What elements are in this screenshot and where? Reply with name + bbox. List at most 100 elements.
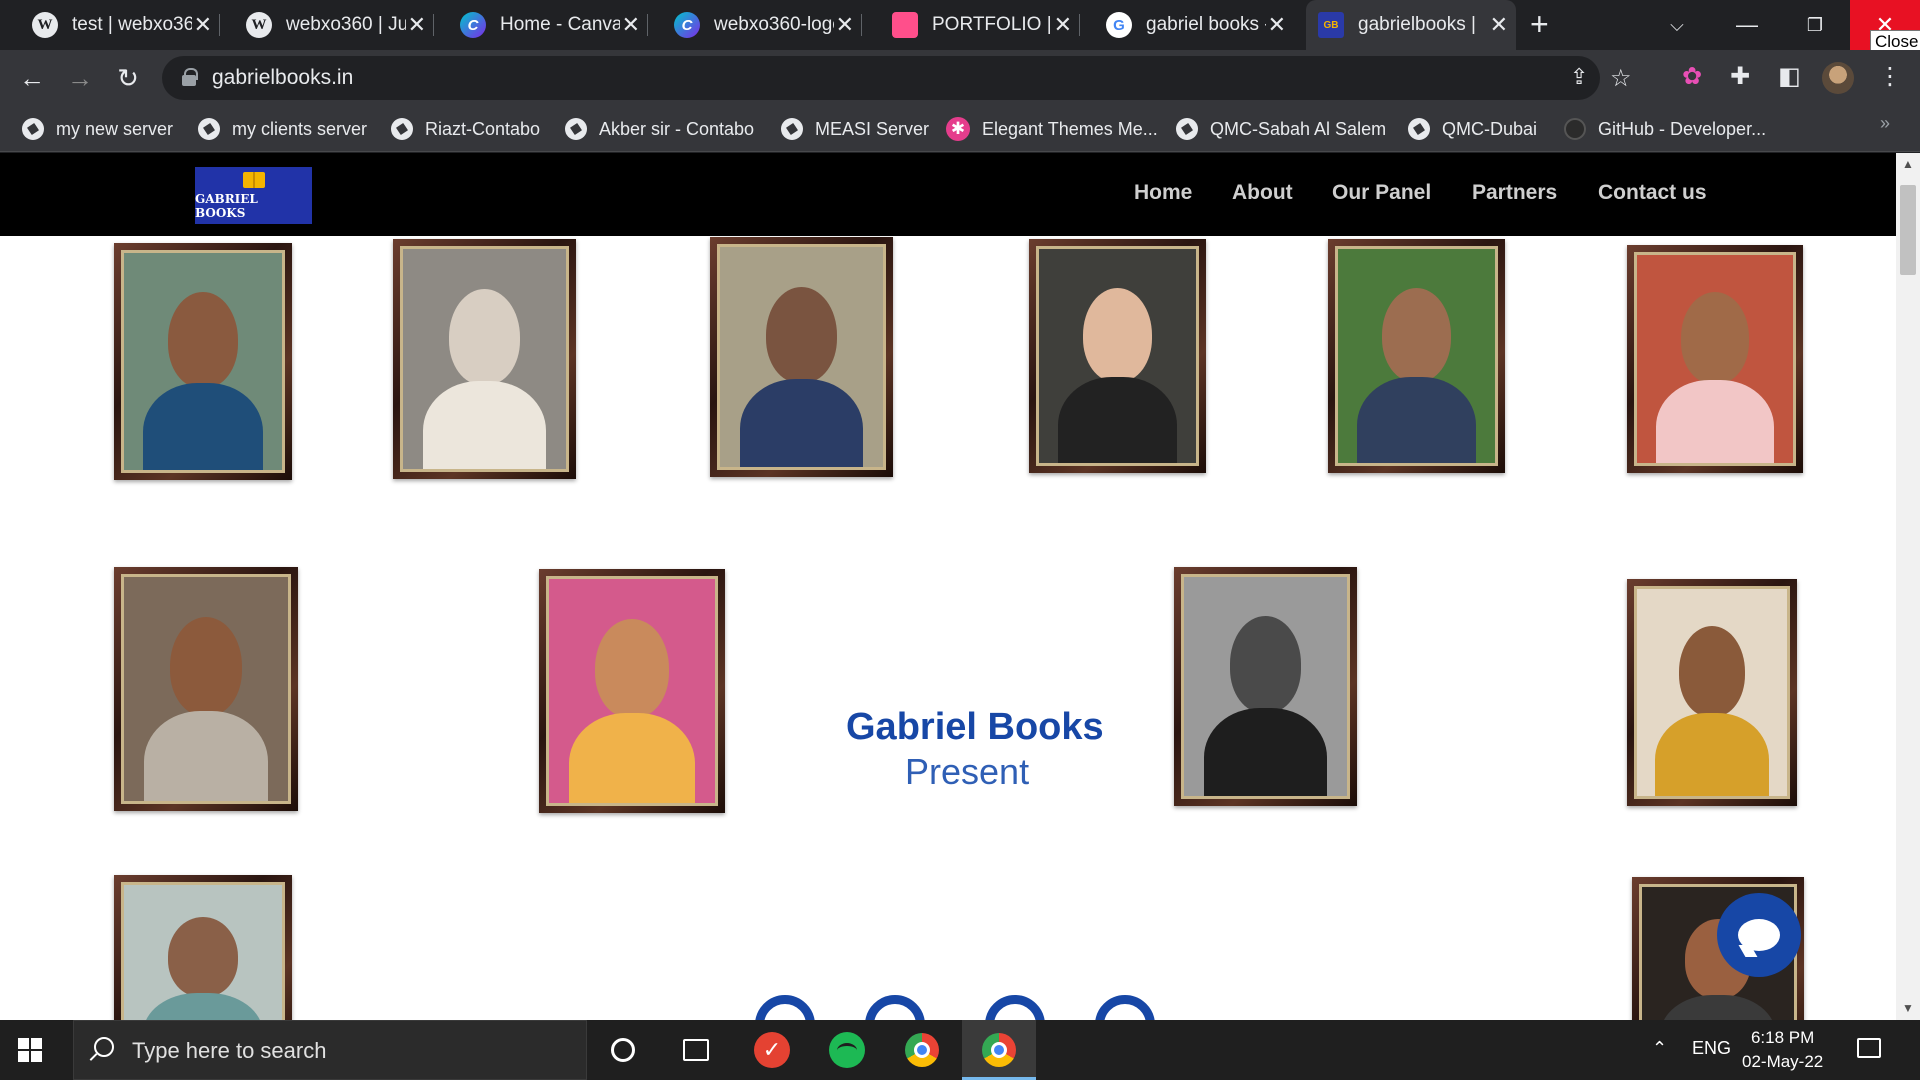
page-viewport: GABRIEL BOOKS Home About Our Panel Partn… [0, 153, 1896, 1020]
globe-icon [1176, 118, 1198, 140]
bookmark-my-new-server[interactable]: my new server [22, 114, 173, 144]
page-scrollbar[interactable]: ▲ ▼ [1896, 153, 1920, 1020]
chat-widget-button[interactable] [1717, 893, 1801, 977]
browser-tab-strip: W test | webxo360 ✕ W webxo360 | Jus ✕ C… [0, 0, 1920, 54]
system-clock[interactable]: 6:18 PM 02-May-22 [1742, 1026, 1823, 1074]
bookmark-elegant-themes[interactable]: ✱ Elegant Themes Me... [946, 114, 1158, 144]
forward-arrow-icon[interactable]: → [64, 62, 96, 94]
tab-title: gabrielbooks | [1358, 14, 1476, 35]
globe-icon [22, 118, 44, 140]
todo-app-button[interactable]: ✓ [752, 1030, 792, 1070]
bookmark-label: my clients server [232, 118, 368, 139]
tray-expand-chevron-icon[interactable]: ⌃ [1652, 1038, 1667, 1059]
taskbar-search-placeholder[interactable]: Type here to search [132, 1038, 326, 1064]
cortana-button[interactable] [603, 1030, 643, 1070]
clock-date: 02-May-22 [1742, 1052, 1824, 1071]
tab-gabriel-books-google[interactable]: G gabriel books - ✕ [1094, 0, 1294, 50]
bookmark-riazt-contabo[interactable]: Riazt-Contabo [391, 114, 540, 144]
bookmark-label: Akber sir - Contabo [599, 118, 755, 139]
profile-avatar[interactable] [1822, 62, 1854, 94]
panelist-portrait [539, 569, 725, 813]
tab-portfolio[interactable]: PORTFOLIO | W ✕ [880, 0, 1080, 50]
close-tab-icon[interactable]: ✕ [1490, 12, 1508, 38]
clock-time: 6:18 PM [1750, 1028, 1815, 1047]
panelist-portrait [1328, 239, 1505, 473]
close-tab-icon[interactable]: ✕ [622, 12, 640, 38]
globe-icon [781, 118, 803, 140]
bookmark-qmc-dubai[interactable]: QMC-Dubai [1408, 114, 1537, 144]
scroll-up-icon[interactable]: ▲ [1902, 157, 1914, 171]
bookmark-measi-server[interactable]: MEASI Server [781, 114, 929, 144]
chrome-profile-app-button-active[interactable] [962, 1020, 1036, 1080]
close-tab-icon[interactable]: ✕ [836, 12, 854, 38]
gabriel-books-favicon: GB [1318, 12, 1344, 38]
bookmark-label: MEASI Server [815, 118, 930, 139]
bookmark-label: Elegant Themes Me... [982, 118, 1158, 139]
task-view-button[interactable] [676, 1030, 716, 1070]
panelist-portrait [393, 239, 576, 479]
bookmark-my-clients-server[interactable]: my clients server [198, 114, 367, 144]
bookmark-akber-sir-contabo[interactable]: Akber sir - Contabo [565, 114, 754, 144]
nav-home[interactable]: Home [1134, 181, 1192, 205]
scrollbar-thumb[interactable] [1900, 185, 1916, 275]
chrome-app-button[interactable] [902, 1030, 942, 1070]
nav-contact-us[interactable]: Contact us [1598, 181, 1707, 205]
section-subtitle: Present [905, 751, 1030, 792]
bookmark-star-icon[interactable]: ☆ [1610, 64, 1632, 93]
reload-icon[interactable]: ↻ [112, 62, 144, 94]
extensions-puzzle-icon[interactable]: ✚ [1730, 62, 1750, 91]
scroll-down-icon[interactable]: ▼ [1902, 1001, 1914, 1015]
nav-about[interactable]: About [1232, 181, 1293, 205]
tab-webxo360-logo[interactable]: C webxo360-logo ✕ [662, 0, 862, 50]
search-icon [94, 1037, 114, 1057]
close-tab-icon[interactable]: ✕ [1268, 12, 1286, 38]
panelist-portrait [114, 243, 292, 480]
globe-icon [565, 118, 587, 140]
tab-home-canva[interactable]: C Home - Canva ✕ [448, 0, 648, 50]
close-tab-icon[interactable]: ✕ [1054, 12, 1072, 38]
back-arrow-icon[interactable]: ← [16, 62, 48, 94]
language-indicator[interactable]: ENG [1692, 1038, 1731, 1059]
bookmark-qmc-sabah-al-salem[interactable]: QMC-Sabah Al Salem [1176, 114, 1386, 144]
tab-webxo360-jus[interactable]: W webxo360 | Jus ✕ [234, 0, 434, 50]
canva-icon: C [674, 12, 700, 38]
close-tab-icon[interactable]: ✕ [194, 12, 212, 38]
spotify-icon [829, 1032, 865, 1068]
globe-icon [1408, 118, 1430, 140]
url-text[interactable]: gabrielbooks.in [212, 66, 353, 90]
restore-button[interactable]: ❐ [1780, 0, 1850, 50]
site-header: GABRIEL BOOKS Home About Our Panel Partn… [0, 153, 1896, 236]
spotify-app-button[interactable] [827, 1030, 867, 1070]
address-bar[interactable]: gabrielbooks.in ⇪ ☆ [162, 56, 1632, 100]
chrome-menu-icon[interactable]: ⋮ [1878, 62, 1902, 91]
tab-title: gabriel books - [1146, 14, 1266, 35]
side-panel-icon[interactable]: ◧ [1778, 62, 1801, 91]
notifications-icon[interactable] [1857, 1038, 1881, 1058]
taskbar-search-box[interactable]: Type here to search [73, 1020, 587, 1080]
nav-our-panel[interactable]: Our Panel [1332, 181, 1431, 205]
chat-icon [1738, 919, 1780, 951]
bookmarks-bar: my new server my clients server Riazt-Co… [0, 106, 1920, 152]
close-tab-icon[interactable]: ✕ [408, 12, 426, 38]
color-extension-icon[interactable]: ✿ [1682, 62, 1702, 91]
windows-start-icon[interactable] [18, 1038, 42, 1062]
tab-test-webxo360[interactable]: W test | webxo360 ✕ [20, 0, 220, 50]
share-icon[interactable]: ⇪ [1570, 64, 1588, 90]
cortana-icon [611, 1038, 635, 1062]
tab-title: Home - Canva [500, 14, 620, 35]
bookmark-github[interactable]: GitHub - Developer... [1564, 114, 1766, 144]
bookmark-label: my new server [56, 118, 174, 139]
new-tab-button[interactable]: + [1530, 6, 1549, 43]
wordpress-icon: W [32, 12, 58, 38]
nav-partners[interactable]: Partners [1472, 181, 1557, 205]
lock-icon[interactable] [182, 68, 198, 86]
panelist-portrait [1627, 245, 1803, 473]
tab-title: PORTFOLIO | W [932, 14, 1052, 35]
globe-icon [391, 118, 413, 140]
bookmarks-overflow-icon[interactable]: » [1880, 113, 1890, 134]
tab-gabrielbooks-active[interactable]: GB gabrielbooks | ✕ [1306, 0, 1516, 50]
tab-search-chevron-icon[interactable]: ⌵ [1642, 0, 1712, 50]
site-logo[interactable]: GABRIEL BOOKS [195, 167, 312, 224]
panelist-portrait [114, 875, 292, 1020]
minimize-button[interactable]: — [1712, 0, 1782, 50]
